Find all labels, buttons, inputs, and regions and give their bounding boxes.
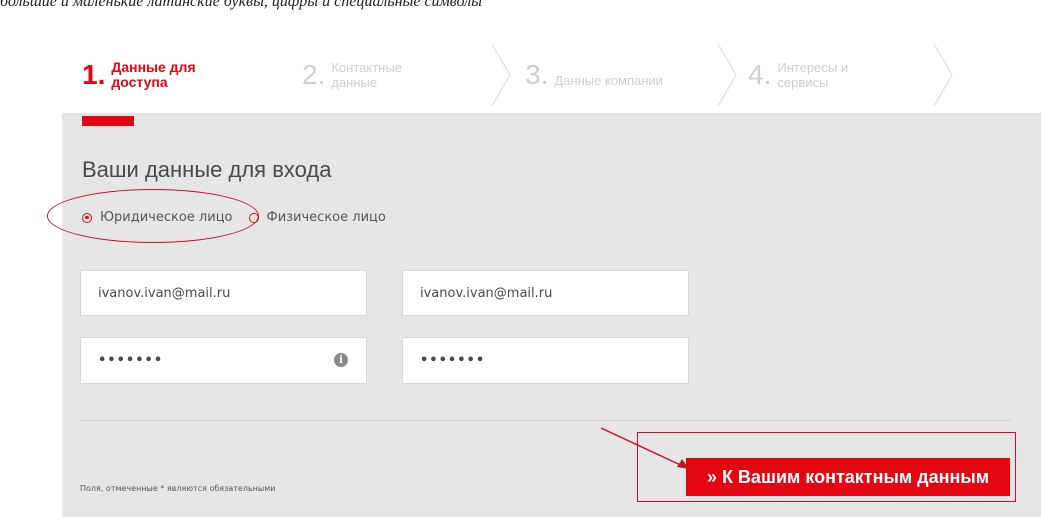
step-separator-chevron <box>716 44 738 106</box>
annotation-ellipse <box>47 189 259 243</box>
step-label: Интересы и сервисы <box>777 60 849 90</box>
radio-individual[interactable]: Физическое лицо <box>248 210 386 225</box>
continue-to-contact-button[interactable]: » К Вашим контактным данным <box>686 458 1010 496</box>
form-heading: Ваши данные для входа <box>82 157 332 182</box>
step-2-contact-data[interactable]: 2. Контактные данные <box>302 44 402 106</box>
radio-label: Физическое лицо <box>266 210 386 225</box>
step-label: Данные для доступа <box>111 59 196 90</box>
step-number: 4. <box>748 59 772 90</box>
step-number: 1. <box>82 59 106 90</box>
step-number: 2. <box>302 59 326 90</box>
step-label: Контактные данные <box>331 60 402 90</box>
email-confirm-value: ivanov.ivan@mail.ru <box>420 285 553 301</box>
password-field[interactable]: ••••••• i <box>80 337 367 384</box>
panel-accent-bar <box>82 116 134 126</box>
email-value: ivanov.ivan@mail.ru <box>98 285 231 301</box>
top-instruction-text: большие и маленькие латинские буквы, циф… <box>0 0 482 10</box>
password-value: ••••••• <box>98 353 164 368</box>
required-fields-note: Поля, отмеченные * являются обязательным… <box>80 484 276 493</box>
form-divider <box>80 420 1011 421</box>
step-separator-chevron <box>932 44 954 106</box>
email-field[interactable]: ivanov.ivan@mail.ru <box>80 270 367 316</box>
info-icon[interactable]: i <box>334 353 348 367</box>
step-1-access-data[interactable]: 1. Данные для доступа <box>62 44 284 106</box>
email-confirm-field[interactable]: ivanov.ivan@mail.ru <box>402 270 689 316</box>
step-label: Данные компании <box>554 72 663 88</box>
step-chevron <box>284 44 302 106</box>
step-4-interests-services[interactable]: 4. Интересы и сервисы <box>748 44 848 106</box>
password-confirm-value: ••••••• <box>420 353 486 368</box>
password-confirm-field[interactable]: ••••••• <box>402 337 689 384</box>
step-separator-chevron <box>490 44 512 106</box>
step-number: 3. <box>525 59 549 90</box>
step-3-company-data[interactable]: 3. Данные компании <box>525 44 663 106</box>
